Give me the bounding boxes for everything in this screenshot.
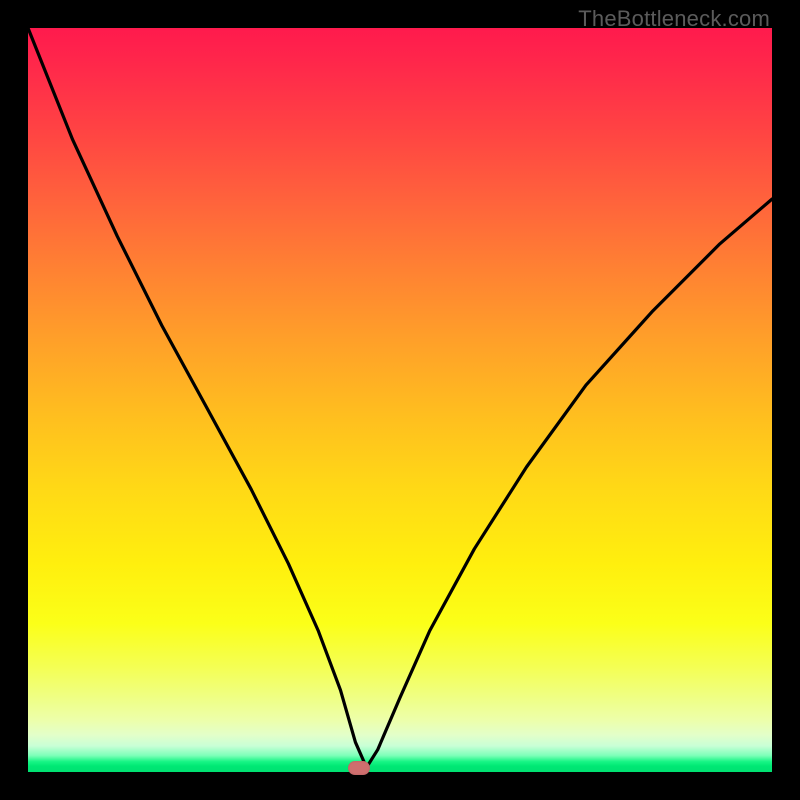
chart-frame: TheBottleneck.com (0, 0, 800, 800)
plot-area (28, 28, 772, 772)
optimal-marker (348, 761, 370, 775)
bottleneck-curve (28, 28, 772, 768)
curve-svg (28, 28, 772, 772)
